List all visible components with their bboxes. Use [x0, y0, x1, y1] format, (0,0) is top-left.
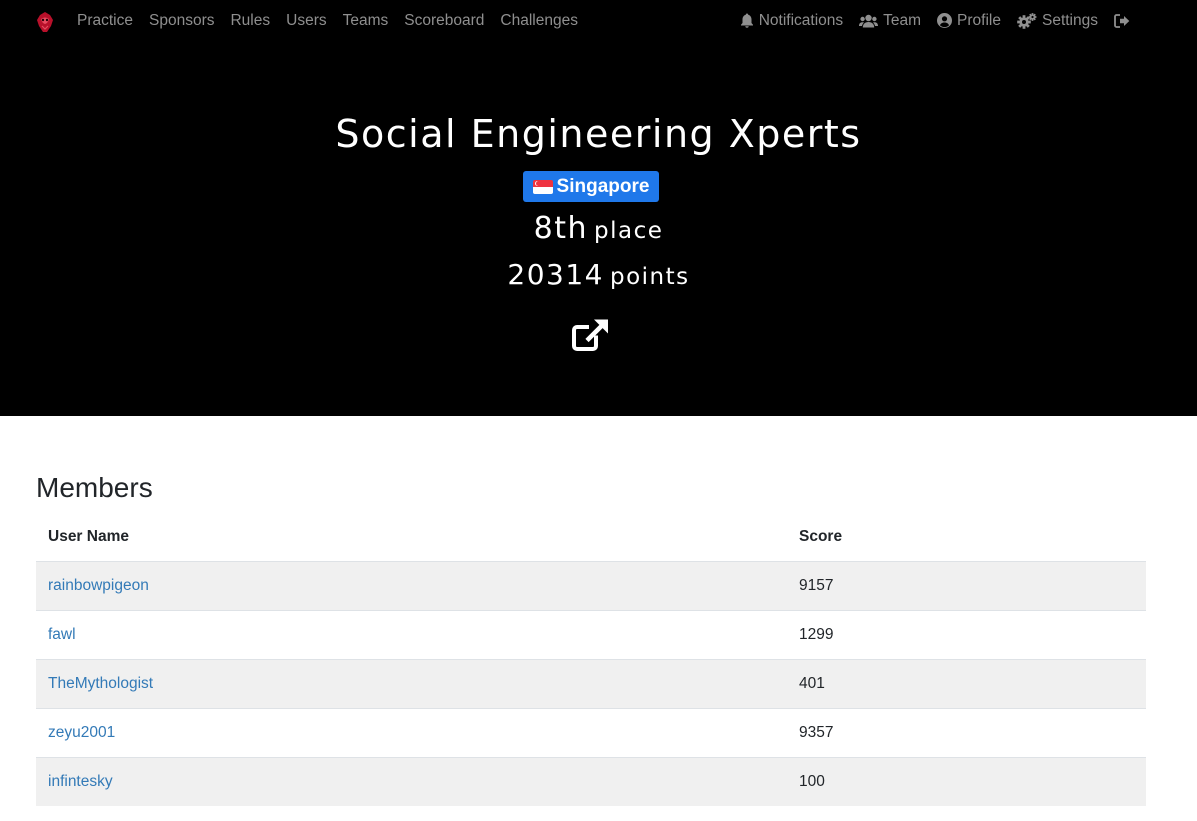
team-header: Social Engineering Xperts Singapore 8th p…: [0, 41, 1197, 416]
nav-sponsors[interactable]: Sponsors: [149, 12, 214, 30]
user-circle-icon: [937, 13, 953, 28]
column-header-username: User Name: [36, 513, 787, 562]
nav-left-menu: Practice Sponsors Rules Users Teams Scor…: [77, 0, 594, 41]
member-link[interactable]: fawl: [48, 626, 76, 643]
nav-rules[interactable]: Rules: [230, 12, 270, 30]
nav-notifications[interactable]: Notifications: [740, 12, 843, 30]
team-place: 8th place: [0, 211, 1197, 246]
navbar: Practice Sponsors Rules Users Teams Scor…: [0, 0, 1197, 41]
member-score: 401: [787, 659, 1146, 709]
country-label: Singapore: [556, 175, 650, 197]
nav-logout[interactable]: [1114, 13, 1135, 28]
bell-icon: [740, 13, 753, 28]
team-name: Social Engineering Xperts: [335, 112, 862, 156]
nav-right-menu: Notifications Team Profile Settings: [724, 0, 1135, 41]
nav-profile[interactable]: Profile: [937, 12, 1001, 30]
nav-settings-label: Settings: [1041, 11, 1098, 29]
nav-settings[interactable]: Settings: [1017, 12, 1098, 30]
nav-users[interactable]: Users: [286, 12, 326, 30]
users-icon: [859, 14, 879, 27]
singapore-flag-icon: [532, 179, 553, 194]
place-number: 8th: [533, 211, 588, 246]
nav-challenges[interactable]: Challenges: [500, 12, 578, 30]
points-label: points: [609, 264, 690, 290]
members-table: User Name Score rainbowpigeon 9157 fawl …: [36, 513, 1146, 806]
member-link[interactable]: infintesky: [48, 773, 113, 790]
place-label: place: [593, 218, 664, 244]
member-link[interactable]: TheMythologist: [48, 675, 153, 692]
table-row: infintesky 100: [36, 757, 1146, 806]
table-row: fawl 1299: [36, 610, 1146, 660]
nav-teams[interactable]: Teams: [343, 12, 389, 30]
nav-team[interactable]: Team: [859, 12, 921, 30]
member-score: 1299: [787, 610, 1146, 660]
table-row: TheMythologist 401: [36, 659, 1146, 709]
points-number: 20314: [507, 258, 604, 291]
member-link[interactable]: rainbowpigeon: [48, 577, 149, 594]
member-score: 100: [787, 757, 1146, 806]
table-row: zeyu2001 9357: [36, 708, 1146, 758]
nav-notifications-label: Notifications: [758, 11, 844, 29]
member-score: 9157: [787, 561, 1146, 611]
ctf-logo-icon[interactable]: [36, 11, 54, 33]
nav-team-label: Team: [883, 11, 922, 29]
external-link-icon[interactable]: [572, 318, 610, 352]
members-heading: Members: [36, 472, 153, 503]
team-points: 20314 points: [0, 258, 1197, 291]
sign-out-icon: [1114, 13, 1130, 28]
nav-scoreboard[interactable]: Scoreboard: [404, 12, 484, 30]
member-score: 9357: [787, 708, 1146, 758]
member-link[interactable]: zeyu2001: [48, 724, 115, 741]
column-header-score: Score: [787, 513, 1146, 562]
table-row: rainbowpigeon 9157: [36, 561, 1146, 611]
nav-profile-label: Profile: [957, 11, 1001, 29]
nav-practice[interactable]: Practice: [77, 12, 133, 30]
country-badge[interactable]: Singapore: [523, 171, 659, 202]
table-header-row: User Name Score: [36, 513, 1146, 562]
cogs-icon: [1017, 12, 1037, 29]
